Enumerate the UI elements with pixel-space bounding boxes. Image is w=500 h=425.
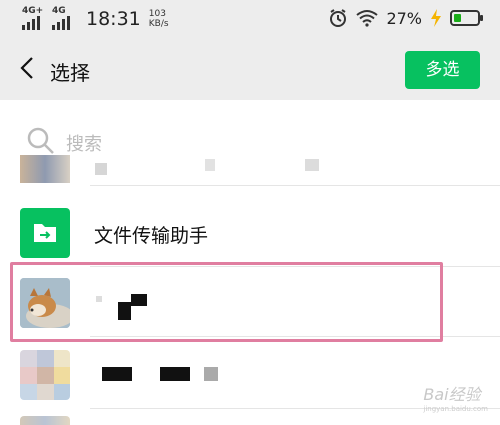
redacted-name (160, 367, 190, 381)
redacted-name (305, 159, 319, 171)
multi-select-button[interactable]: 多选 (405, 51, 480, 89)
search-icon (27, 127, 54, 154)
divider (90, 185, 500, 186)
list-item-partial[interactable] (0, 155, 500, 185)
search-input[interactable]: 搜索 (66, 130, 102, 156)
clock: 18:31 (86, 8, 141, 30)
watermark: Bai经验 jingyan.baidu.com (423, 385, 488, 413)
network-speed: 103 KB/s (148, 9, 169, 29)
wifi-icon (356, 10, 379, 27)
folder-icon (20, 208, 70, 258)
title-bar: 选择 多选 (0, 38, 500, 100)
redacted-name (204, 367, 218, 381)
contact-name: 文件传输助手 (94, 225, 209, 247)
battery-percent: 27% (386, 8, 422, 28)
page-title: 选择 (50, 61, 90, 85)
charging-icon (431, 9, 441, 27)
alarm-icon (330, 9, 347, 27)
battery-icon (450, 10, 483, 26)
status-bar: 4G+ 4G 18:31 103 KB/s 27% (0, 0, 500, 38)
selection-highlight (10, 262, 443, 342)
back-arrow-icon[interactable] (14, 54, 42, 82)
redacted-name (102, 367, 132, 381)
redacted-name (205, 159, 215, 171)
pixelated-avatar (20, 350, 70, 400)
avatar (20, 155, 70, 183)
list-item-file-transfer[interactable]: 文件传输助手 (0, 200, 500, 266)
signal-icon-2: 4G (52, 6, 76, 30)
redacted-name (95, 163, 107, 175)
signal-icon: 4G+ (22, 6, 46, 30)
avatar (20, 416, 70, 425)
